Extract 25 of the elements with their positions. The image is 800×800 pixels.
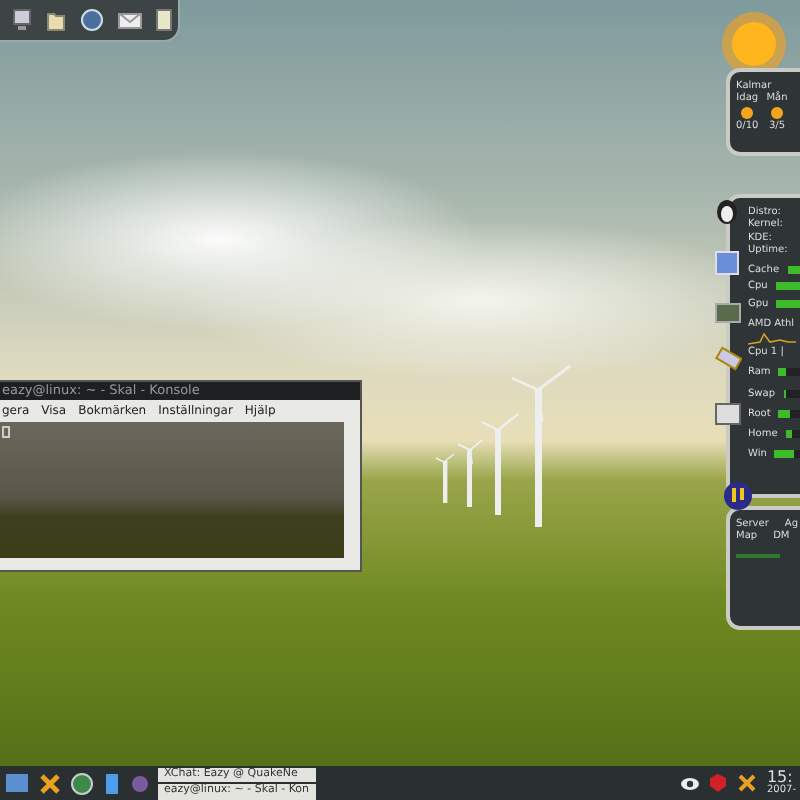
meter-track — [774, 450, 800, 459]
cursor-icon — [2, 426, 10, 438]
meter-track — [776, 299, 800, 308]
clipboard-icon[interactable] — [156, 8, 172, 32]
meter-track — [775, 282, 800, 291]
eye-icon[interactable] — [680, 773, 701, 793]
meter-track — [787, 266, 800, 275]
hard-drive-icon — [714, 400, 742, 428]
meter-track — [778, 368, 800, 377]
clock-time: 15: — [766, 770, 793, 786]
globe-icon[interactable] — [80, 8, 104, 32]
cross-icon[interactable] — [38, 771, 62, 795]
cpu-graph-drawing — [748, 330, 796, 346]
meter-track — [778, 409, 800, 418]
mail-icon[interactable] — [118, 11, 142, 29]
computer-icon[interactable] — [12, 8, 32, 32]
graphics-card-icon — [714, 300, 742, 326]
penguin-icon — [714, 196, 740, 224]
folder-icon[interactable] — [46, 8, 66, 32]
globe-icon[interactable] — [70, 771, 94, 795]
sun-icon — [770, 105, 784, 119]
cross-icon[interactable] — [736, 772, 759, 794]
meter-track — [783, 389, 800, 398]
start-menu-icon[interactable] — [4, 770, 30, 796]
meter-track — [785, 430, 800, 439]
